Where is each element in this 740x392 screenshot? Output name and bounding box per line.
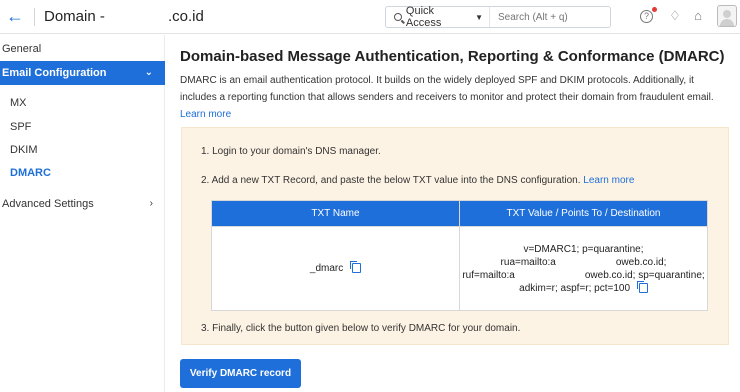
verify-dmarc-button[interactable]: Verify DMARC record — [180, 359, 301, 388]
sidebar-item-label: General — [2, 43, 42, 55]
top-header: ← Domain - .co.id Quick Access ▼ ? ♢ ⌂ — [0, 0, 740, 34]
step-2: 2. Add a new TXT Record, and paste the b… — [201, 175, 634, 186]
txt-value-line: ruf=mailto:a oweb.co.id; sp=quarantine; — [462, 269, 705, 281]
table-header-row: TXT Name TXT Value / Points To / Destina… — [211, 200, 708, 227]
txt-name-value: _dmarc — [309, 263, 344, 274]
bell-icon[interactable]: ♢ — [667, 8, 683, 24]
sidebar-item-dmarc[interactable]: DMARC — [0, 162, 165, 184]
step-1-text: 1. Login to your domain's DNS manager. — [201, 146, 381, 157]
step-2-text: 2. Add a new TXT Record, and paste the b… — [201, 175, 581, 186]
sidebar-item-label: Email Configuration — [2, 67, 107, 79]
search-input[interactable] — [490, 11, 610, 23]
domain-redaction — [112, 12, 164, 26]
sidebar-item-label: Advanced Settings — [2, 198, 94, 210]
step-2-learn-more-link[interactable]: Learn more — [583, 175, 634, 186]
chevron-right-icon: › — [149, 198, 153, 209]
help-icon[interactable]: ? — [640, 10, 653, 23]
search-icon — [394, 13, 402, 21]
sidebar-item-label: DKIM — [10, 144, 38, 156]
column-header-txt-value: TXT Value / Points To / Destination — [459, 200, 708, 227]
sidebar-item-mx[interactable]: MX — [0, 92, 165, 114]
domain-title-prefix: Domain - — [44, 8, 105, 25]
txt-value-line: v=DMARC1; p=quarantine; — [523, 243, 644, 255]
page-description: DMARC is an email authentication protoco… — [180, 72, 732, 123]
sidebar: General Email Configuration ⌄ MX SPF DKI… — [0, 35, 165, 392]
dns-instructions-panel: 1. Login to your domain's DNS manager. 2… — [181, 127, 729, 345]
learn-more-link[interactable]: Learn more — [180, 109, 231, 120]
home-icon[interactable]: ⌂ — [690, 8, 706, 24]
sidebar-item-label: MX — [10, 97, 27, 109]
txt-value-cell: v=DMARC1; p=quarantine; rua=mailto:a owe… — [459, 226, 708, 311]
notification-dot — [652, 7, 657, 12]
column-header-txt-name: TXT Name — [211, 200, 460, 227]
sidebar-item-email-configuration[interactable]: Email Configuration ⌄ — [0, 61, 165, 85]
txt-value-line: rua=mailto:a oweb.co.id; — [500, 256, 667, 268]
copy-icon[interactable] — [636, 280, 648, 293]
arrow-left-icon[interactable]: ← — [6, 7, 24, 25]
domain-title-suffix: .co.id — [168, 8, 204, 25]
step-3-text: 3. Finally, click the button given below… — [201, 323, 521, 334]
sidebar-item-spf[interactable]: SPF — [0, 116, 165, 138]
sidebar-item-label: DMARC — [10, 167, 51, 179]
description-text: DMARC is an email authentication protoco… — [180, 75, 714, 103]
txt-name-cell: _dmarc — [211, 226, 460, 311]
header-divider — [34, 8, 35, 26]
txt-value-text: v=DMARC1; p=quarantine; rua=mailto:a owe… — [462, 243, 704, 295]
sidebar-item-label: SPF — [10, 121, 32, 133]
sidebar-item-advanced-settings[interactable]: Advanced Settings › — [0, 193, 165, 215]
txt-record-table: TXT Name TXT Value / Points To / Destina… — [211, 200, 708, 311]
txt-value-line: adkim=r; aspf=r; pct=100 — [519, 282, 631, 294]
quick-access-button[interactable]: Quick Access ▼ — [386, 5, 490, 29]
chevron-down-icon: ⌄ — [144, 67, 153, 78]
table-row: _dmarc v=DMARC1; p=quarantine; rua=mailt… — [211, 226, 708, 311]
quick-access-label: Quick Access — [405, 5, 442, 29]
quick-access-search: Quick Access ▼ — [385, 5, 611, 29]
caret-down-icon: ▼ — [475, 12, 483, 22]
copy-icon[interactable] — [350, 261, 362, 274]
page-title: Domain-based Message Authentication, Rep… — [180, 48, 725, 65]
sidebar-item-dkim[interactable]: DKIM — [0, 139, 165, 161]
sidebar-item-general[interactable]: General — [0, 38, 165, 60]
avatar[interactable] — [717, 5, 737, 27]
